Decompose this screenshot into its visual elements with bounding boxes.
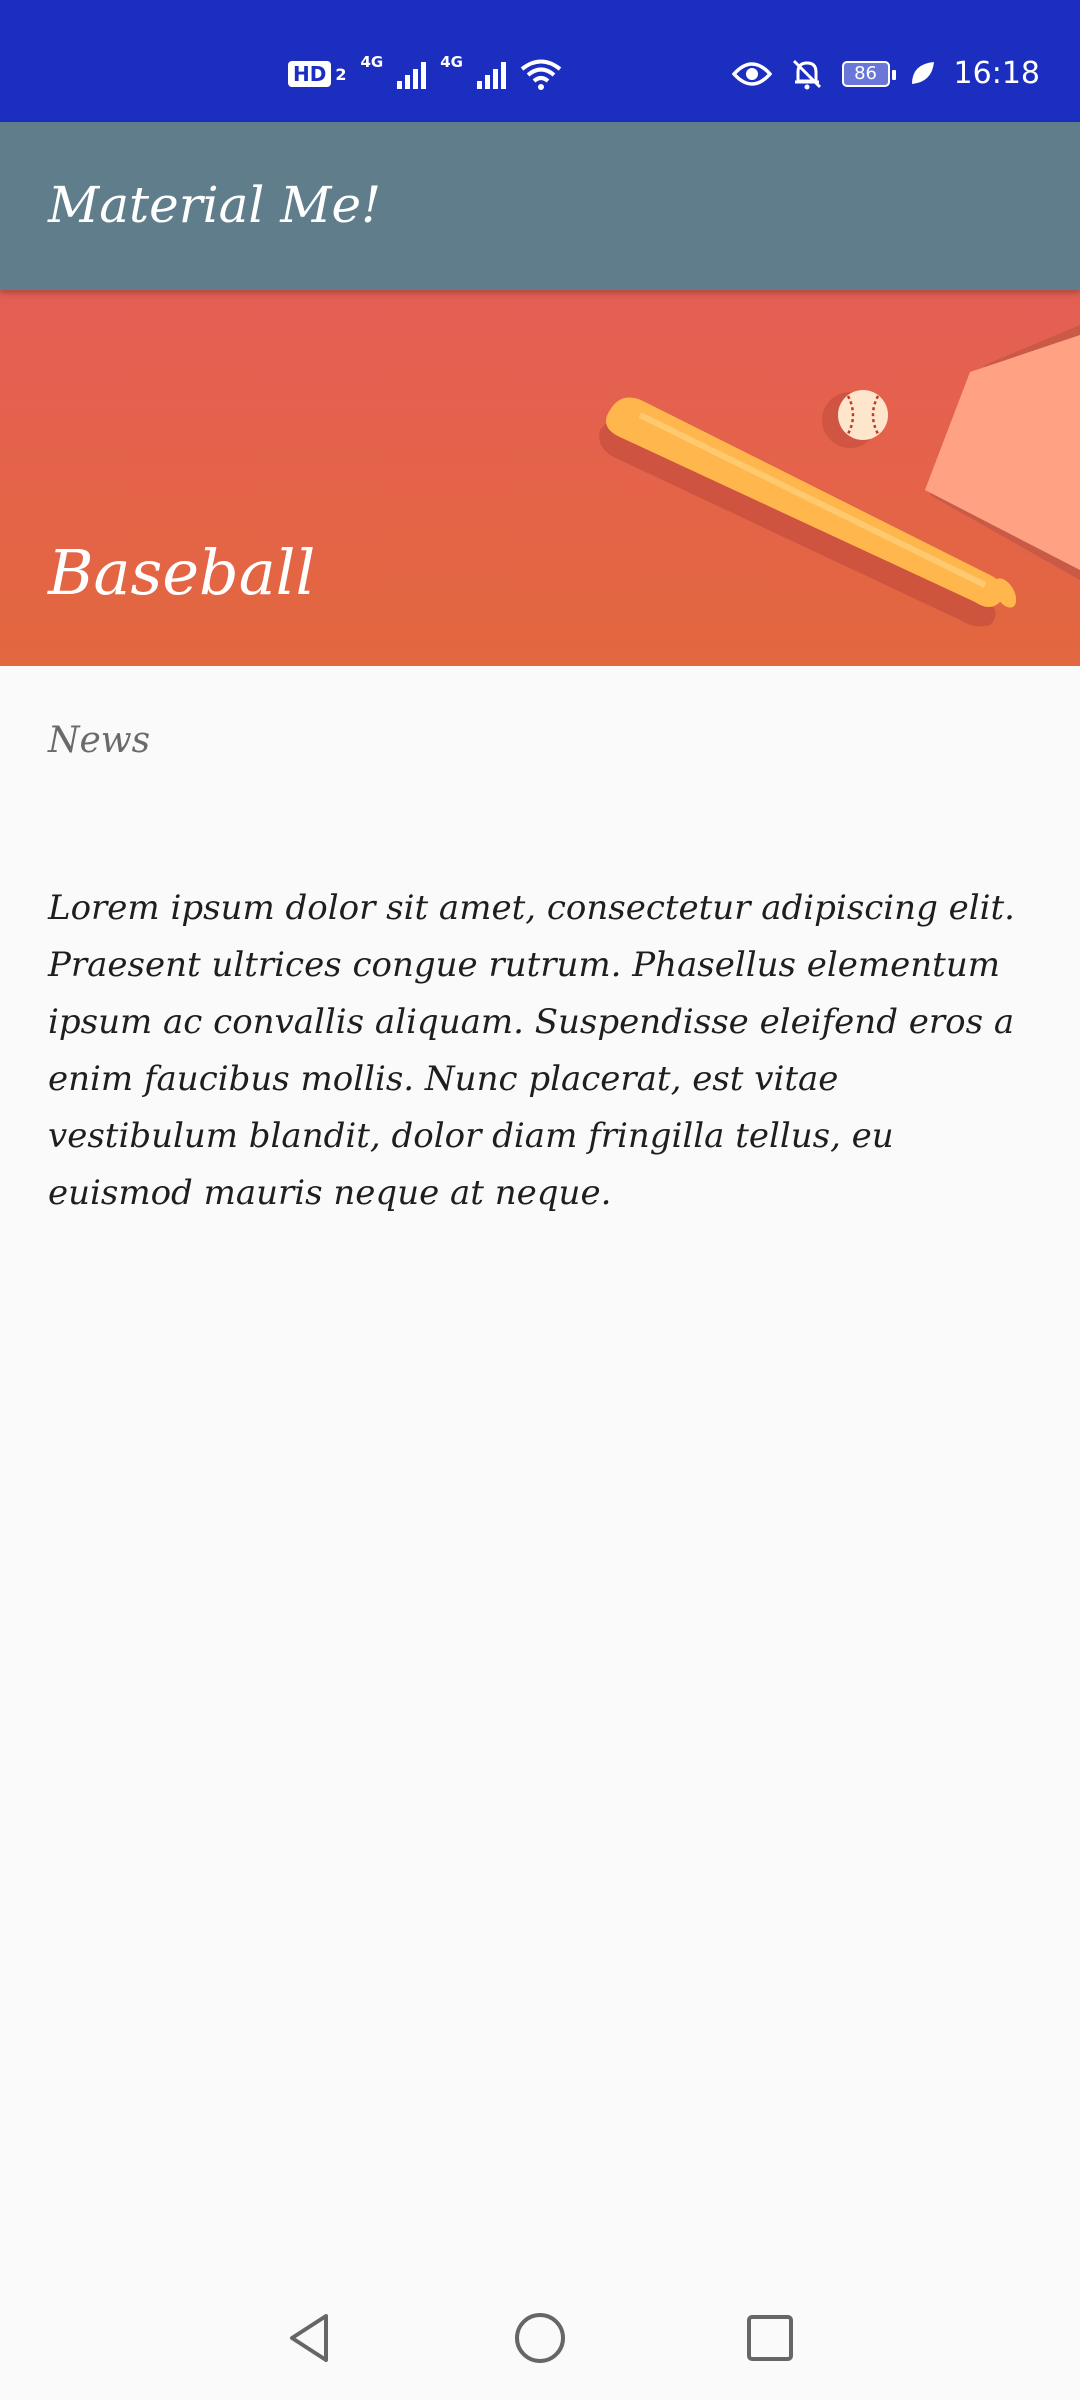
card-subtitle: News <box>48 720 151 761</box>
back-button[interactable] <box>280 2308 340 2368</box>
signal-icon <box>397 59 427 89</box>
bell-off-icon <box>792 59 821 89</box>
recents-icon <box>747 2315 793 2361</box>
status-left-icons: HD 2 4G 4G <box>288 53 562 90</box>
network-type-label: 4G <box>360 53 384 71</box>
app-bar: Material Me! <box>0 122 1080 290</box>
home-button[interactable] <box>510 2308 570 2368</box>
app-title: Material Me! <box>48 176 382 234</box>
back-icon <box>290 2314 328 2362</box>
battery-icon: 86 <box>841 60 896 87</box>
card-title: Baseball <box>48 536 316 609</box>
hd-icon: HD <box>288 61 332 87</box>
card-body-text: Lorem ipsum dolor sit amet, consectetur … <box>48 888 1015 1213</box>
hd-sim-label: 2 <box>335 64 347 84</box>
card-image[interactable]: Baseball <box>0 290 1080 666</box>
leaf-icon <box>911 61 934 84</box>
network-type-label-2: 4G <box>440 53 463 71</box>
status-right-icons: 86 16:18 <box>731 56 1040 91</box>
navigation-bar <box>0 2278 1080 2400</box>
baseball-bat-and-ball-image <box>599 325 1080 627</box>
home-icon <box>515 2313 565 2363</box>
status-bar: HD 2 4G 4G 86 16:18 <box>0 0 1080 122</box>
wifi-icon <box>520 59 562 90</box>
eye-icon <box>731 61 772 86</box>
recents-button[interactable] <box>740 2308 800 2368</box>
clock: 16:18 <box>953 56 1040 91</box>
signal-icon-2 <box>476 59 506 89</box>
